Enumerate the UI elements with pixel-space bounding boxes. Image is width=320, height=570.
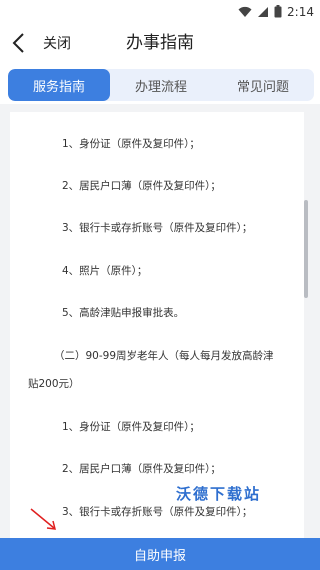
tab-service-guide[interactable]: 服务指南	[8, 69, 110, 101]
back-button[interactable]: 关闭	[4, 24, 84, 62]
status-bar: 2:14	[0, 0, 320, 24]
content-line: 3、银行卡或存折账号（原件及复印件）；	[62, 222, 253, 234]
content-line: 2、居民户口薄（原件及复印件）；	[62, 463, 221, 475]
tab-bar: 服务指南 办理流程 常见问题	[8, 69, 314, 101]
content-line: 贴200元）	[28, 378, 80, 390]
content-card: 1、身份证（原件及复印件）； 2、居民户口薄（原件及复印件）； 3、银行卡或存折…	[10, 112, 304, 538]
content-line: 2、居民户口薄（原件及复印件）；	[62, 180, 221, 192]
arrow-icon	[28, 506, 60, 534]
tab-process[interactable]: 办理流程	[110, 69, 212, 101]
wifi-icon	[238, 3, 252, 22]
watermark: 沃德下载站	[176, 485, 262, 503]
close-label[interactable]: 关闭	[43, 33, 71, 53]
status-time: 2:14	[287, 5, 314, 19]
content-line: 5、高龄津贴申报审批表。	[62, 307, 185, 319]
battery-icon	[274, 3, 282, 22]
content-line: 4、照片（原件）；	[62, 265, 148, 277]
self-apply-button[interactable]: 自助申报	[0, 538, 320, 570]
content-line: 1、身份证（原件及复印件）；	[62, 138, 200, 150]
content-line: 3、银行卡或存折账号（原件及复印件）；	[62, 506, 253, 518]
tab-faq[interactable]: 常见问题	[212, 69, 314, 101]
content-line: （二）90-99周岁老年人（每人每月发放高龄津	[54, 350, 274, 362]
signal-icon	[257, 3, 269, 22]
scrollbar[interactable]	[304, 200, 308, 298]
chevron-left-icon	[10, 31, 30, 55]
nav-bar: 关闭 办事指南	[0, 24, 320, 62]
content-line: 1、身份证（原件及复印件）；	[62, 421, 200, 433]
